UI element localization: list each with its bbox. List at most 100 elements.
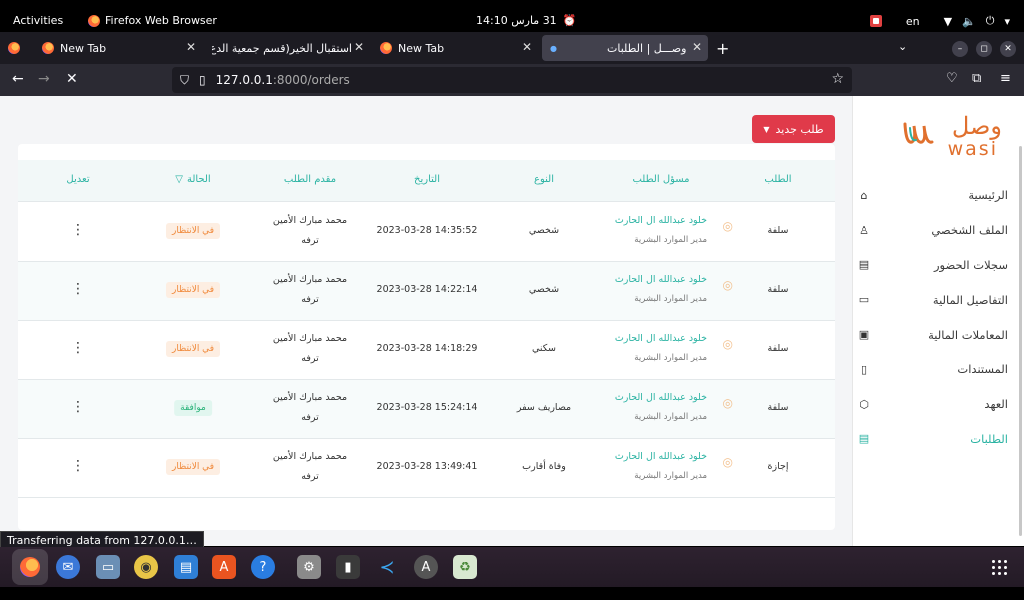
header-request[interactable]: الطلب bbox=[764, 174, 791, 185]
dock-terminal-icon[interactable]: ▮ bbox=[336, 555, 360, 579]
tab-istiqbal[interactable]: استقبال الخير(قسم جمعية الدع ✕ bbox=[204, 35, 370, 61]
table-header: الطلب مسؤل الطلب النوع التاريخ مقدم الطل… bbox=[18, 160, 835, 202]
status-badge: في الانتظار bbox=[166, 341, 220, 357]
sidebar-item-profile[interactable]: ♙ الملف الشخصي bbox=[858, 213, 1008, 248]
more-actions-icon[interactable]: ⋮ bbox=[71, 222, 85, 238]
shield-icon[interactable]: ⛉ bbox=[180, 73, 189, 88]
app-menu[interactable]: Firefox Web Browser bbox=[88, 14, 217, 27]
cell-applicant-line2: ترفه bbox=[301, 235, 319, 246]
header-type[interactable]: النوع bbox=[534, 174, 554, 185]
logo-english: wasi bbox=[947, 138, 998, 160]
language-indicator[interactable]: en bbox=[906, 15, 920, 28]
more-actions-icon[interactable]: ⋮ bbox=[71, 458, 85, 474]
clock[interactable]: 31 مارس 14:10 ⏰ bbox=[476, 14, 576, 27]
table-row[interactable]: سلفة ◎ خلود عبدالله ال الحارث مدير الموا… bbox=[18, 321, 835, 380]
owner-name[interactable]: خلود عبدالله ال الحارث bbox=[615, 392, 707, 403]
sidebar-item-home[interactable]: ⌂ الرئيسية bbox=[858, 178, 1008, 213]
dock-trash-icon[interactable]: ♻ bbox=[453, 555, 477, 579]
indicator-icon[interactable] bbox=[869, 15, 882, 27]
more-actions-icon[interactable]: ⋮ bbox=[71, 399, 85, 415]
sidebar-item-attendance[interactable]: ▤ سجلات الحضور bbox=[858, 248, 1008, 283]
stop-loading-icon[interactable]: ✕ bbox=[66, 71, 78, 87]
dock-updater-icon[interactable]: A bbox=[414, 555, 438, 579]
tab-new-1[interactable]: New Tab ✕ bbox=[34, 35, 202, 61]
dock-vscode-icon[interactable]: ≺ bbox=[375, 555, 399, 579]
owner-name[interactable]: خلود عبدالله ال الحارث bbox=[615, 333, 707, 344]
owner-name[interactable]: خلود عبدالله ال الحارث bbox=[615, 451, 707, 462]
system-tray[interactable]: en ▼ 🔈 ⏻ ▾ bbox=[869, 14, 1010, 28]
cell-applicant-line1: محمد مبارك الأمين bbox=[272, 392, 348, 403]
owner-name[interactable]: خلود عبدالله ال الحارث bbox=[615, 215, 707, 226]
close-tab-icon[interactable]: ✕ bbox=[522, 40, 532, 54]
cell-type: شخصي bbox=[528, 284, 560, 295]
close-tab-icon[interactable]: ✕ bbox=[692, 40, 702, 54]
alarm-icon: ⏰ bbox=[562, 14, 577, 27]
url-bar[interactable]: ⛉ ▯ 127.0.0.1:8000/orders ☆ bbox=[172, 67, 852, 93]
new-tab-button[interactable]: + bbox=[716, 39, 729, 58]
sidebar-item-financial-transactions[interactable]: ▣ المعاملات المالية bbox=[858, 317, 1008, 352]
cell-applicant-line2: ترفه bbox=[301, 412, 319, 423]
more-actions-icon[interactable]: ⋮ bbox=[71, 340, 85, 356]
dock-thunderbird-icon[interactable]: ✉ bbox=[56, 555, 80, 579]
tab-favicon bbox=[380, 42, 392, 54]
dock-files-icon[interactable]: ▭ bbox=[96, 555, 120, 579]
firefox-view-icon[interactable] bbox=[8, 42, 20, 54]
dock-rhythmbox-icon[interactable]: ◉ bbox=[134, 555, 158, 579]
tab-orders[interactable]: ● وصـــل | الطلبات ✕ bbox=[542, 35, 708, 61]
user-icon: ♙ bbox=[859, 223, 869, 237]
dock-software-icon[interactable]: A bbox=[212, 555, 236, 579]
owner-name[interactable]: خلود عبدالله ال الحارث bbox=[615, 274, 707, 285]
table-row[interactable]: سلفة ◎ خلود عبدالله ال الحارث مدير الموا… bbox=[18, 262, 835, 321]
list-tabs-chevron-icon[interactable]: ⌄ bbox=[898, 40, 907, 53]
sidebar-scrollbar[interactable] bbox=[1019, 146, 1022, 536]
sidebar-item-documents[interactable]: ▯ المستندات bbox=[858, 352, 1008, 387]
extensions-icon[interactable]: ⧉ bbox=[972, 71, 981, 86]
header-date[interactable]: التاريخ bbox=[414, 174, 440, 185]
new-order-button[interactable]: طلب جديد ▼ bbox=[752, 115, 835, 143]
dock-help-icon[interactable]: ? bbox=[251, 555, 275, 579]
activities-button[interactable]: Activities bbox=[13, 14, 63, 27]
header-owner[interactable]: مسؤل الطلب bbox=[632, 174, 689, 185]
logo-mark-icon bbox=[903, 122, 934, 144]
wasl-logo[interactable]: وصل wasi bbox=[896, 112, 1006, 160]
dock-firefox-icon[interactable] bbox=[12, 549, 48, 585]
owner-role: مدير الموارد البشرية bbox=[634, 471, 707, 481]
pocket-icon[interactable]: ♡ bbox=[946, 71, 958, 86]
url-text[interactable]: 127.0.0.1:8000/orders bbox=[216, 73, 350, 87]
cell-request: إجازة bbox=[767, 461, 789, 472]
cell-type: سكني bbox=[532, 343, 556, 354]
sidebar-item-financial-details[interactable]: ▭ التفاصيل المالية bbox=[858, 282, 1008, 317]
fingerprint-avatar-icon: ◎ bbox=[722, 455, 733, 469]
filter-icon[interactable]: ▽ bbox=[175, 174, 183, 185]
page-info-icon[interactable]: ▯ bbox=[199, 73, 206, 87]
close-window-button[interactable]: ✕ bbox=[1000, 41, 1016, 57]
dock-writer-icon[interactable]: ▤ bbox=[174, 555, 198, 579]
maximize-button[interactable]: ◻ bbox=[976, 41, 992, 57]
table-row[interactable]: سلفة ◎ خلود عبدالله ال الحارث مدير الموا… bbox=[18, 380, 835, 439]
table-row[interactable]: سلفة ◎ خلود عبدالله ال الحارث مدير الموا… bbox=[18, 203, 835, 262]
money-icon: ▣ bbox=[858, 328, 870, 342]
caret-down-icon: ▼ bbox=[763, 124, 770, 134]
tab-new-2[interactable]: New Tab ✕ bbox=[372, 35, 538, 61]
firefox-icon bbox=[88, 14, 100, 27]
header-applicant[interactable]: مقدم الطلب bbox=[284, 174, 336, 185]
forward-arrow-icon[interactable]: → bbox=[38, 71, 50, 87]
table-row[interactable]: إجازة ◎ خلود عبدالله ال الحارث مدير المو… bbox=[18, 439, 835, 498]
cell-date: 2023-03-28 14:35:52 bbox=[376, 225, 478, 236]
more-actions-icon[interactable]: ⋮ bbox=[71, 281, 85, 297]
cell-date: 2023-03-28 14:22:14 bbox=[376, 284, 478, 295]
sidebar-item-orders[interactable]: ▤ الطلبات bbox=[858, 422, 1008, 457]
show-apps-icon[interactable] bbox=[992, 560, 1007, 575]
bookmark-star-icon[interactable]: ☆ bbox=[831, 71, 844, 87]
status-badge: في الانتظار bbox=[166, 282, 220, 298]
close-tab-icon[interactable]: ✕ bbox=[354, 40, 364, 54]
tab-title: New Tab bbox=[398, 41, 445, 55]
sidebar-item-custody[interactable]: ⬡ العهد bbox=[858, 387, 1008, 422]
sidebar: وصل wasi ⌂ الرئيسية ♙ الملف الشخصي ▤ سجلات … bbox=[852, 96, 1024, 546]
header-status[interactable]: ▽ الحالة bbox=[175, 174, 210, 185]
dock-settings-icon[interactable]: ⚙ bbox=[297, 555, 321, 579]
menu-icon[interactable]: ≡ bbox=[1000, 71, 1011, 86]
back-arrow-icon[interactable]: ← bbox=[12, 71, 24, 87]
close-tab-icon[interactable]: ✕ bbox=[186, 40, 196, 54]
minimize-button[interactable]: – bbox=[952, 41, 968, 57]
